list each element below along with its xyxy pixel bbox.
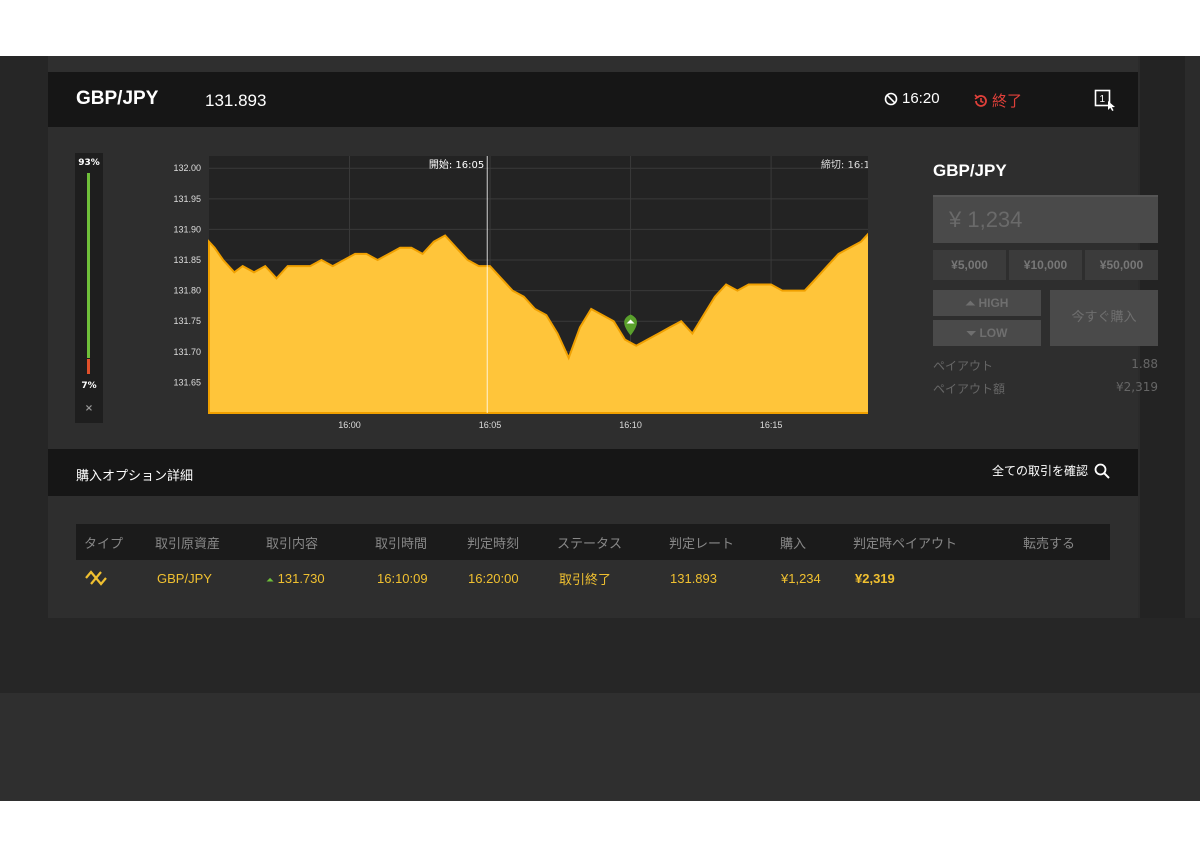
row-purchase: ¥1,234 <box>781 570 821 586</box>
expiry-timer: 16:20 <box>884 90 940 107</box>
col-purchase: 購入 <box>780 536 807 552</box>
y-tick-label: 131.85 <box>173 255 201 265</box>
y-tick-label: 131.65 <box>173 377 201 387</box>
col-asset: 取引原資産 <box>155 536 221 552</box>
col-payout: 判定時ペイアウト <box>853 536 958 552</box>
footer-area <box>0 693 1200 801</box>
current-rate: 131.893 <box>205 91 267 110</box>
row-asset: GBP/JPY <box>157 570 212 586</box>
row-content-rate: 131.730 <box>277 570 325 586</box>
low-button[interactable]: ⏷ LOW <box>933 320 1041 346</box>
trade-asset-title: GBP/JPY <box>933 161 1007 180</box>
one-click-icon[interactable]: 1 <box>1094 89 1116 111</box>
sentiment-close-button[interactable]: × <box>75 403 103 414</box>
chart-panel: 93% 7% × 132.00 131.95 131.90 131.85 131.80 1… <box>48 127 1158 449</box>
payout-label: ペイアウト <box>933 359 994 373</box>
row-payout: ¥2,319 <box>855 570 895 586</box>
options-title: 購入オプション詳細 <box>76 469 194 484</box>
x-tick-label: 16:10 <box>619 420 642 430</box>
top-strip <box>48 56 1138 72</box>
preset-5000-button[interactable]: ¥5,000 <box>933 250 1006 280</box>
asset-pair-title: GBP/JPY <box>76 88 159 109</box>
deadline-time-label: 締切: 16:19 <box>821 158 868 171</box>
row-content: ⏶ 131.730 <box>266 571 325 586</box>
amount-presets: ¥5,000 ¥10,000 ¥50,000 <box>933 250 1158 280</box>
payout-amount-label: ペイアウト額 <box>933 382 1006 396</box>
trade-status: 終了 <box>973 90 1022 111</box>
high-label: HIGH <box>978 296 1009 310</box>
up-arrow-icon: ⏶ <box>965 296 976 310</box>
search-icon <box>1094 463 1110 479</box>
left-rail <box>0 56 48 693</box>
sentiment-low-bar <box>87 359 90 374</box>
y-tick-label: 131.75 <box>173 316 201 326</box>
x-tick-label: 16:15 <box>760 420 783 430</box>
right-rail <box>1140 56 1185 693</box>
view-all-trades-link[interactable]: 全ての取引を確認 <box>992 462 1110 479</box>
options-table: タイプ 取引原資産 取引内容 取引時間 判定時刻 ステータス 判定レート 購入 … <box>76 524 1110 596</box>
low-label: LOW <box>979 326 1008 340</box>
price-chart[interactable]: 132.00 131.95 131.90 131.85 131.80 131.75 131.… <box>108 153 868 438</box>
sentiment-high-pct: 93% <box>78 158 100 168</box>
col-status: ステータス <box>557 536 623 552</box>
up-arrow-icon: ⏶ <box>266 574 274 586</box>
y-tick-label: 131.80 <box>173 286 201 296</box>
y-tick-label: 132.00 <box>173 163 201 173</box>
options-header: 購入オプション詳細 全ての取引を確認 <box>48 449 1138 496</box>
asset-header: GBP/JPY 131.893 16:20 終了 1 <box>48 72 1138 127</box>
spacer-band <box>0 618 1200 693</box>
col-judge-rate: 判定レート <box>669 536 735 552</box>
history-icon <box>974 93 987 107</box>
x-tick-label: 16:05 <box>479 420 502 430</box>
expiry-time: 16:20 <box>902 90 940 107</box>
y-tick-label: 131.95 <box>173 194 201 204</box>
row-judge-rate: 131.893 <box>670 570 717 586</box>
options-table-panel: タイプ 取引原資産 取引内容 取引時間 判定時刻 ステータス 判定レート 購入 … <box>48 496 1138 618</box>
ban-clock-icon <box>884 92 898 105</box>
app-page: GBP/JPY 131.893 16:20 終了 1 93% 7% × 132.… <box>0 56 1200 801</box>
high-low-type-icon <box>85 570 107 586</box>
table-header: タイプ 取引原資産 取引内容 取引時間 判定時刻 ステータス 判定レート 購入 … <box>76 524 1110 560</box>
col-resell: 転売する <box>1023 536 1076 552</box>
preset-50000-button[interactable]: ¥50,000 <box>1085 250 1158 280</box>
col-judge-time: 判定時刻 <box>467 536 520 552</box>
buy-now-button[interactable]: 今すぐ購入 <box>1050 290 1158 346</box>
payout-value: 1.88 <box>1131 357 1158 371</box>
svg-text:1: 1 <box>1100 94 1106 105</box>
table-row[interactable]: GBP/JPY ⏶ 131.730 16:10:09 16:20:00 取引終了… <box>76 560 1110 596</box>
high-button[interactable]: ⏶ HIGH <box>933 290 1041 316</box>
investment-amount-input[interactable]: ¥ 1,234 <box>933 195 1158 243</box>
row-status: 取引終了 <box>559 571 612 587</box>
payout-amount-row: ペイアウト額 ¥2,319 <box>933 380 1158 397</box>
sentiment-low-pct: 7% <box>81 381 97 391</box>
col-content: 取引内容 <box>266 536 319 552</box>
trader-sentiment: 93% 7% × <box>75 153 103 423</box>
payout-amount-value: ¥2,319 <box>1116 380 1158 394</box>
col-type: タイプ <box>84 536 124 552</box>
y-tick-label: 131.70 <box>173 347 201 357</box>
y-tick-label: 131.90 <box>173 224 201 234</box>
col-trade-time: 取引時間 <box>375 536 428 552</box>
row-judge-time: 16:20:00 <box>468 570 519 586</box>
start-time-label: 開始: 16:05 <box>429 158 484 171</box>
down-arrow-icon: ⏷ <box>966 326 977 340</box>
status-label: 終了 <box>992 92 1023 110</box>
sentiment-high-bar <box>87 173 90 358</box>
payout-row: ペイアウト 1.88 <box>933 357 1158 374</box>
preset-10000-button[interactable]: ¥10,000 <box>1009 250 1082 280</box>
view-all-label: 全ての取引を確認 <box>991 464 1088 478</box>
row-trade-time: 16:10:09 <box>377 570 428 586</box>
x-tick-label: 16:00 <box>338 420 361 430</box>
